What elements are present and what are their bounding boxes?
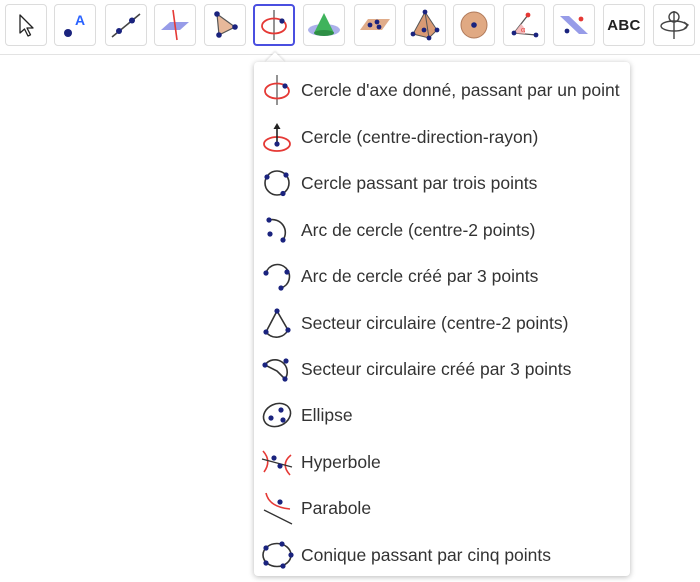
- menu-item-label: Secteur circulaire créé par 3 points: [301, 358, 572, 379]
- menu-item-label: Parabole: [301, 497, 372, 518]
- menu-item-hyperbola[interactable]: Hyperbole: [254, 440, 630, 484]
- point-icon: A: [64, 12, 85, 37]
- menu-item-circle-three-points[interactable]: Cercle passant par trois points: [254, 161, 630, 205]
- parabola-icon: [260, 491, 294, 525]
- circle-axis-point-icon: [260, 73, 294, 107]
- tool-rotate-view[interactable]: [653, 4, 695, 46]
- line-icon: [111, 13, 141, 38]
- tool-reflect-plane[interactable]: [553, 4, 595, 46]
- circle-axis-point-icon: [261, 10, 287, 40]
- polygon-icon: [214, 11, 238, 38]
- menu-item-circle-axis-point[interactable]: Cercle d'axe donné, passant par un point: [254, 68, 630, 112]
- menu-item-parabola[interactable]: Parabole: [254, 486, 630, 530]
- menu-item-label: Arc de cercle (centre-2 points): [301, 219, 536, 240]
- ellipse-icon: [260, 398, 294, 432]
- sphere-icon: [460, 11, 488, 39]
- tool-perpendicular-plane[interactable]: [154, 4, 196, 46]
- circle-three-points-icon: [260, 166, 294, 200]
- menu-item-conic-five-points[interactable]: Conique passant par cinq points: [254, 533, 630, 577]
- tool-text[interactable]: ABC: [603, 4, 645, 46]
- tool-point[interactable]: A: [54, 4, 96, 46]
- menu-item-label: Conique passant par cinq points: [301, 544, 552, 565]
- menu-item-sector-center-two-points[interactable]: Secteur circulaire (centre-2 points): [254, 301, 630, 345]
- tool-line[interactable]: [105, 4, 147, 46]
- perpendicular-plane-icon: [161, 9, 189, 41]
- hyperbola-icon: [260, 445, 294, 479]
- tool-polygon[interactable]: [204, 4, 246, 46]
- circle-center-direction-icon: [260, 120, 294, 154]
- tool-sphere[interactable]: [453, 4, 495, 46]
- menu-item-label: Arc de cercle créé par 3 points: [301, 265, 539, 286]
- rotate-view-icon: [660, 11, 690, 39]
- tool-submenu: Cercle d'axe donné, passant par un point…: [254, 62, 630, 576]
- cone-icon: [308, 13, 340, 36]
- tool-angle[interactable]: α: [503, 4, 545, 46]
- arc-center-icon: [260, 213, 294, 247]
- menu-item-label: Hyperbole: [301, 451, 381, 472]
- menu-item-label: Cercle (centre-direction-rayon): [301, 126, 539, 147]
- tool-circle-axis-point[interactable]: [253, 4, 295, 46]
- plane-points-icon: [360, 19, 390, 30]
- tool-cone[interactable]: [303, 4, 345, 46]
- conic-five-points-icon: [260, 538, 294, 572]
- menu-item-sector-three-points[interactable]: Secteur circulaire créé par 3 points: [254, 347, 630, 391]
- pyramid-icon: [410, 9, 440, 41]
- menu-item-ellipse[interactable]: Ellipse: [254, 393, 630, 437]
- tool-plane-points[interactable]: [354, 4, 396, 46]
- svg-text:A: A: [75, 12, 85, 28]
- sector-three-points-icon: [260, 352, 294, 386]
- menu-item-label: Cercle passant par trois points: [301, 172, 538, 193]
- reflect-plane-icon: [560, 16, 588, 34]
- text-tool-icon: ABC: [607, 16, 641, 34]
- tool-move[interactable]: [5, 4, 47, 46]
- sector-center-icon: [260, 306, 294, 340]
- menu-item-label: Cercle d'axe donné, passant par un point: [301, 79, 620, 100]
- menu-item-circle-center-direction-radius[interactable]: Cercle (centre-direction-rayon): [254, 115, 630, 159]
- menu-item-label: Ellipse: [301, 404, 353, 425]
- svg-text:α: α: [521, 25, 526, 34]
- menu-item-label: Secteur circulaire (centre-2 points): [301, 312, 569, 333]
- arc-three-points-icon: [260, 259, 294, 293]
- menu-item-arc-three-points[interactable]: Arc de cercle créé par 3 points: [254, 254, 630, 298]
- angle-icon: α: [511, 12, 539, 38]
- move-arrow-icon: [19, 14, 34, 37]
- tool-pyramid[interactable]: [404, 4, 446, 46]
- toolbar: A α ABC: [0, 0, 700, 55]
- menu-item-arc-center-two-points[interactable]: Arc de cercle (centre-2 points): [254, 208, 630, 252]
